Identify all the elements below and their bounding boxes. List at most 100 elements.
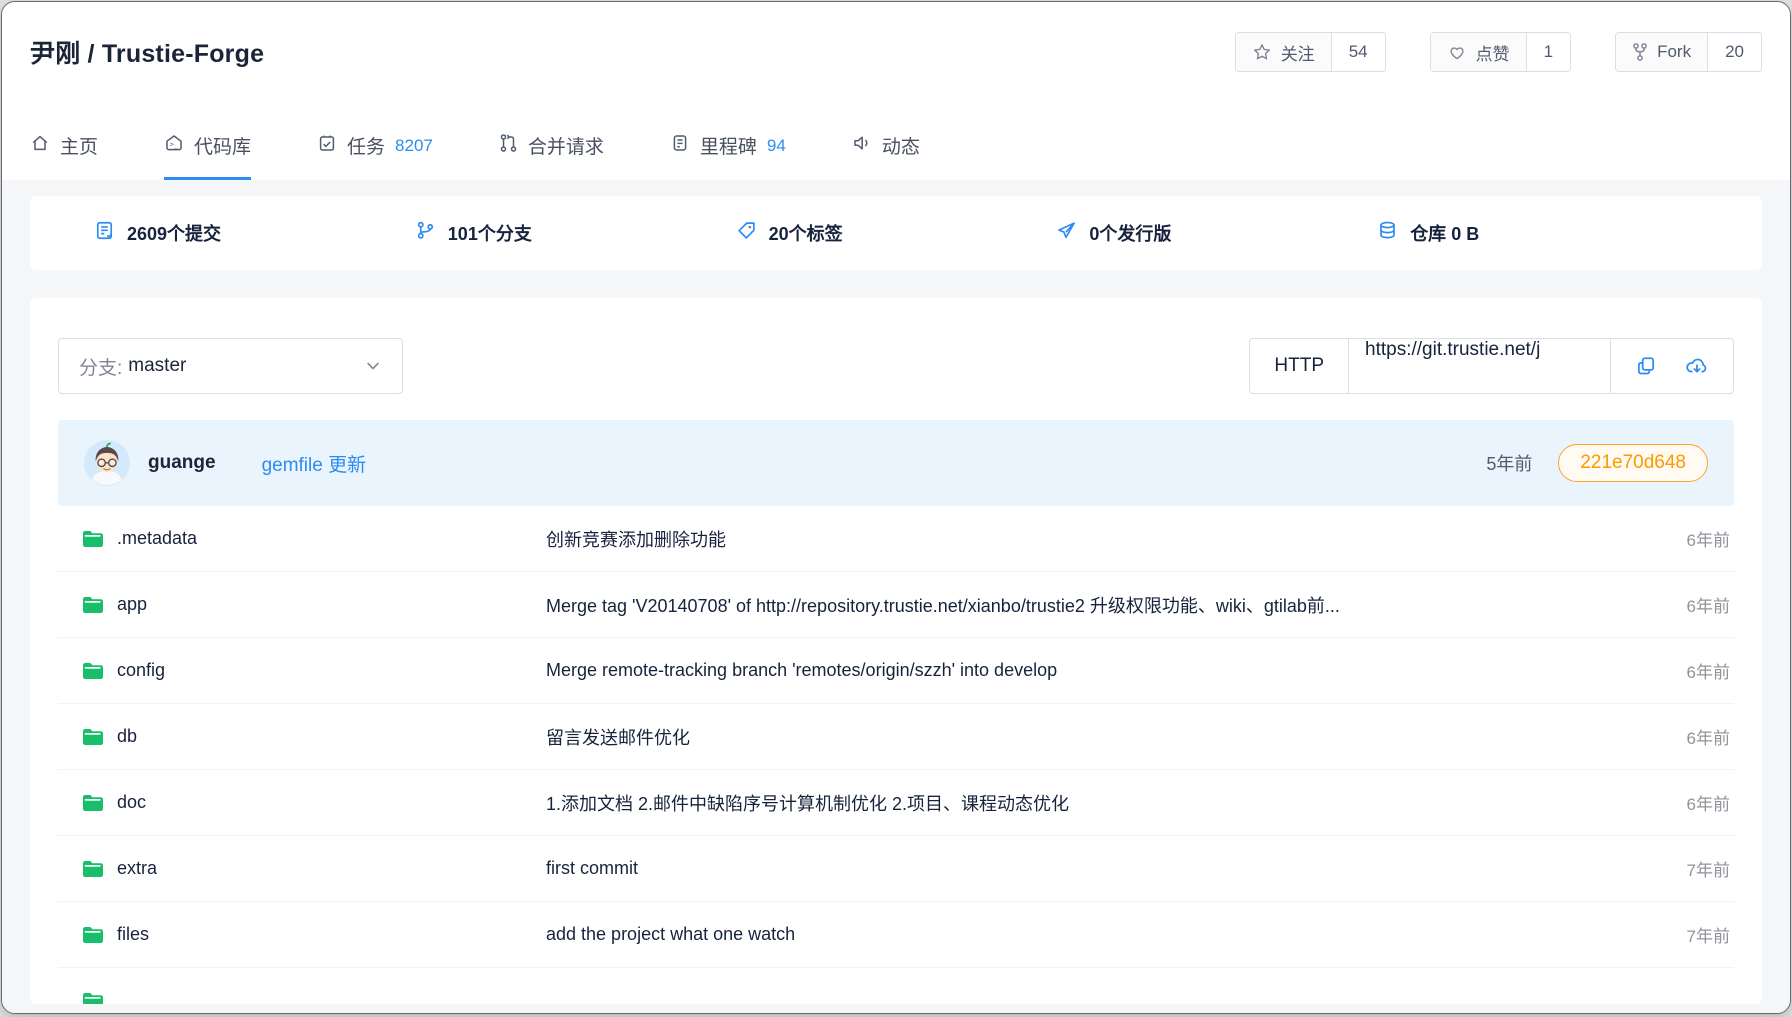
download-icon[interactable]	[1685, 355, 1709, 377]
commit-meta: 5年前 221e70d648	[1486, 444, 1708, 482]
file-commit-time: 6年前	[1687, 658, 1730, 683]
fork-label-cell: Fork	[1616, 33, 1707, 71]
table-row-partial[interactable]	[58, 968, 1734, 1004]
file-name[interactable]: .metadata	[117, 528, 197, 549]
file-commit-message[interactable]: 创新竞赛添加删除功能	[546, 526, 1667, 552]
table-row[interactable]: app Merge tag 'V20140708' of http://repo…	[58, 572, 1734, 638]
page-content: 2609个提交 101个分支 20个标签 0个发行版 仓库 0 B	[2, 180, 1790, 1013]
tab-home[interactable]: 主页	[30, 132, 98, 180]
folder-icon	[82, 794, 104, 812]
file-name[interactable]: extra	[117, 858, 157, 879]
stat-branches[interactable]: 101个分支	[415, 220, 736, 246]
copy-icon[interactable]	[1635, 355, 1657, 377]
tab-pulls[interactable]: 合并请求	[499, 132, 604, 180]
tab-code[interactable]: >_ 代码库	[164, 132, 251, 180]
branch-selector[interactable]: 分支: master	[58, 338, 403, 394]
folder-icon	[82, 596, 104, 614]
file-commit-message[interactable]: Merge remote-tracking branch 'remotes/or…	[546, 660, 1667, 681]
table-row[interactable]: db 留言发送邮件优化 6年前	[58, 704, 1734, 770]
commit-message-link[interactable]: gemfile 更新	[262, 450, 367, 477]
storage-icon	[1377, 220, 1398, 246]
clone-actions	[1610, 339, 1733, 393]
file-commit-message[interactable]: 1.添加文档 2.邮件中缺陷序号计算机制优化 2.项目、课程动态优化	[546, 790, 1667, 816]
fork-button[interactable]: Fork 20	[1615, 32, 1762, 72]
commit-sha-badge[interactable]: 221e70d648	[1558, 444, 1708, 482]
tab-label: 代码库	[194, 132, 251, 159]
clone-url-group: HTTP https://git.trustie.net/j	[1249, 338, 1734, 394]
stat-releases[interactable]: 0个发行版	[1056, 220, 1377, 246]
table-row[interactable]: files add the project what one watch 7年前	[58, 902, 1734, 968]
stat-commits[interactable]: 2609个提交	[94, 220, 415, 246]
table-row[interactable]: .metadata 创新竞赛添加删除功能 6年前	[58, 506, 1734, 572]
repo-actions: 关注 54 点赞 1	[1235, 32, 1762, 72]
like-count: 1	[1526, 33, 1570, 71]
branch-value: master	[128, 355, 186, 377]
table-row[interactable]: doc 1.添加文档 2.邮件中缺陷序号计算机制优化 2.项目、课程动态优化 6…	[58, 770, 1734, 836]
file-name[interactable]: db	[117, 726, 137, 747]
branch-label: 分支:	[79, 353, 122, 380]
file-commit-time: 6年前	[1687, 592, 1730, 617]
stat-label: 101个分支	[448, 220, 532, 246]
stat-tags[interactable]: 20个标签	[736, 220, 1057, 246]
fork-icon	[1632, 42, 1648, 62]
file-name[interactable]: config	[117, 660, 165, 681]
chevron-down-icon	[364, 357, 382, 375]
file-commit-time: 6年前	[1687, 790, 1730, 815]
clone-url-input[interactable]: https://git.trustie.net/j	[1348, 339, 1610, 393]
file-name[interactable]: app	[117, 594, 147, 615]
folder-icon	[82, 662, 104, 680]
file-name[interactable]: doc	[117, 792, 146, 813]
file-list: .metadata 创新竞赛添加删除功能 6年前 app Merge tag '…	[58, 506, 1734, 1004]
tab-label: 合并请求	[528, 132, 604, 159]
like-button[interactable]: 点赞 1	[1430, 32, 1571, 72]
commit-time: 5年前	[1486, 450, 1532, 476]
heart-icon	[1447, 42, 1467, 62]
title-row: 尹刚 / Trustie-Forge 关注 54	[30, 30, 1762, 74]
repo-browser-card: 分支: master HTTP https://git.trustie.net/…	[30, 298, 1762, 1004]
tab-count: 94	[767, 136, 786, 156]
folder-icon	[82, 728, 104, 746]
star-icon	[1252, 42, 1272, 62]
release-icon	[1056, 220, 1077, 246]
commit-author[interactable]: guange	[148, 452, 216, 474]
file-name[interactable]: files	[117, 924, 149, 945]
tab-label: 主页	[60, 132, 98, 159]
tab-activity[interactable]: 动态	[852, 132, 920, 180]
fork-count: 20	[1707, 33, 1761, 71]
branch-icon	[415, 220, 436, 246]
folder-icon	[82, 926, 104, 944]
file-commit-message[interactable]: first commit	[546, 858, 1667, 879]
avatar[interactable]	[84, 440, 130, 486]
svg-text:>_: >_	[170, 139, 179, 148]
stat-label: 20个标签	[769, 220, 843, 246]
milestone-icon	[670, 133, 690, 159]
file-commit-message[interactable]: Merge tag 'V20140708' of http://reposito…	[546, 592, 1667, 618]
commits-icon	[94, 220, 115, 246]
file-commit-time: 6年前	[1687, 526, 1730, 551]
watch-label-cell: 关注	[1236, 33, 1331, 71]
stat-label: 仓库 0 B	[1410, 220, 1479, 246]
folder-icon	[82, 992, 104, 1004]
repo-toolbar: 分支: master HTTP https://git.trustie.net/…	[58, 338, 1734, 394]
tag-icon	[736, 220, 757, 246]
fork-label: Fork	[1657, 42, 1691, 62]
repo-title: 尹刚 / Trustie-Forge	[30, 34, 264, 70]
merge-request-icon	[499, 133, 518, 159]
file-commit-message[interactable]: 留言发送邮件优化	[546, 724, 1667, 750]
protocol-toggle[interactable]: HTTP	[1250, 339, 1348, 393]
tab-milestones[interactable]: 里程碑 94	[670, 132, 786, 180]
file-commit-message[interactable]: add the project what one watch	[546, 924, 1667, 945]
table-row[interactable]: config Merge remote-tracking branch 'rem…	[58, 638, 1734, 704]
tab-issues[interactable]: 任务 8207	[317, 132, 433, 180]
file-commit-time: 7年前	[1687, 856, 1730, 881]
page-header: 尹刚 / Trustie-Forge 关注 54	[2, 2, 1790, 180]
table-row[interactable]: extra first commit 7年前	[58, 836, 1734, 902]
stat-label: 2609个提交	[127, 220, 221, 246]
tab-label: 任务	[347, 132, 385, 159]
watch-button[interactable]: 关注 54	[1235, 32, 1386, 72]
tab-label: 里程碑	[700, 132, 757, 159]
home-icon	[30, 133, 50, 159]
folder-icon	[82, 530, 104, 548]
watch-count: 54	[1331, 33, 1385, 71]
watch-label: 关注	[1281, 40, 1315, 65]
